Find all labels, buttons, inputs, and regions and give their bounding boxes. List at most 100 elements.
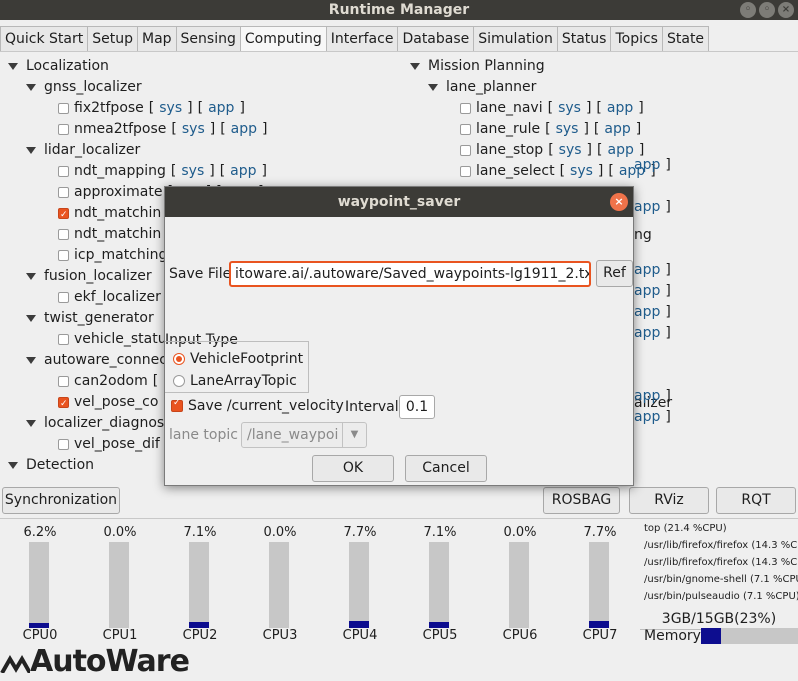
app-link[interactable]: app [607,142,633,158]
app-link-partial[interactable]: app] [634,387,671,405]
app-link[interactable]: app [634,262,660,278]
tab-computing[interactable]: Computing [239,26,327,51]
app-link[interactable]: app [230,163,256,179]
sys-link[interactable]: sys [570,163,593,179]
app-link[interactable]: app [634,409,660,425]
checkbox-icon[interactable] [460,144,471,156]
ref-button[interactable]: Ref [596,260,633,287]
save-velocity-checkbox[interactable]: Save /current_velocity [171,398,344,414]
app-link[interactable]: app [634,199,660,215]
tree-group[interactable]: localizer_diagnos [26,414,164,432]
app-link[interactable]: app [634,304,660,320]
minimize-icon[interactable]: ◦ [740,2,756,18]
rqt-button[interactable]: RQT [716,487,796,514]
tree-item[interactable]: lane_navi[sys][app] [460,99,644,117]
checkbox-icon[interactable] [58,291,69,303]
checkbox-icon[interactable] [58,249,69,261]
tree-item[interactable]: lane_rule[sys][app] [460,120,641,138]
tree-group[interactable]: fusion_localizer [26,267,152,285]
tree-group[interactable]: twist_generator [26,309,154,327]
interval-input[interactable]: 0.1 [399,395,435,419]
expand-arrow-icon[interactable] [8,62,18,70]
sys-link[interactable]: sys [556,121,579,137]
app-link-partial[interactable]: app] [634,324,671,342]
tab-quick-start[interactable]: Quick Start [0,26,89,51]
radio-lane-array-topic[interactable]: LaneArrayTopic [173,373,297,389]
expand-arrow-icon[interactable] [8,461,18,469]
maximize-icon[interactable]: ◦ [759,2,775,18]
tree-item[interactable]: lane_stop[sys][app] [460,141,644,159]
close-icon[interactable]: × [778,2,794,18]
app-link[interactable]: app [604,121,630,137]
tab-topics[interactable]: Topics [610,26,663,51]
rosbag-button[interactable]: ROSBAG [543,487,620,514]
expand-arrow-icon[interactable] [410,62,420,70]
tree-group[interactable]: gnss_localizer [26,78,142,96]
app-link[interactable]: app [208,100,234,116]
sys-link[interactable]: sys [559,142,582,158]
expand-arrow-icon[interactable] [26,356,36,364]
tree-group[interactable]: lidar_localizer [26,141,140,159]
checkbox-icon[interactable] [58,333,69,345]
sys-link[interactable]: sys [181,163,204,179]
tree-group[interactable]: Localization [8,57,109,75]
save-file-input[interactable]: itoware.ai/.autoware/Saved_waypoints-lg1… [229,261,591,287]
checkbox-icon[interactable] [58,165,69,177]
checkbox-checked-icon[interactable] [58,395,69,413]
tree-group[interactable]: Mission Planning [410,57,545,75]
tree-item[interactable]: nmea2tfpose[sys][app] [58,120,268,138]
checkbox-icon[interactable] [58,102,69,114]
tab-status[interactable]: Status [556,26,612,51]
checkbox-icon[interactable] [460,102,471,114]
synchronization-button[interactable]: Synchronization [2,487,120,514]
tab-interface[interactable]: Interface [325,26,399,51]
tree-group[interactable]: Detection [8,456,94,474]
app-link[interactable]: app [634,325,660,341]
tab-database[interactable]: Database [397,26,475,51]
app-link-partial[interactable]: app] [634,156,671,174]
checkbox-icon[interactable] [460,123,471,135]
expand-arrow-icon[interactable] [26,314,36,322]
app-link-partial[interactable]: app] [634,282,671,300]
ok-button[interactable]: OK [312,455,394,482]
app-link[interactable]: app [231,121,257,137]
checkbox-icon[interactable] [58,186,69,198]
tree-group[interactable]: autoware_connec [26,351,167,369]
tree-item[interactable]: lane_select[sys][app] [460,162,656,180]
app-link[interactable]: app [607,100,633,116]
expand-arrow-icon[interactable] [428,83,438,91]
tab-map[interactable]: Map [137,26,177,51]
sys-link[interactable]: sys [558,100,581,116]
expand-arrow-icon[interactable] [26,419,36,427]
rviz-button[interactable]: RViz [629,487,709,514]
checkbox-icon[interactable] [58,123,69,135]
radio-vehicle-footprint[interactable]: VehicleFootprint [173,351,303,367]
tree-item[interactable]: ndt_mapping[sys][app] [58,162,267,180]
sys-link[interactable]: sys [159,100,182,116]
app-link[interactable]: app [634,388,660,404]
app-link-partial[interactable]: app] [634,198,671,216]
expand-arrow-icon[interactable] [26,83,36,91]
app-link-partial[interactable]: app] [634,261,671,279]
sys-link[interactable]: sys [182,121,205,137]
app-link-partial[interactable]: app] [634,408,671,426]
tab-setup[interactable]: Setup [87,26,138,51]
tab-sensing[interactable]: Sensing [175,26,241,51]
dialog-close-icon[interactable]: × [610,193,628,211]
app-link-partial[interactable]: app] [634,303,671,321]
tab-state[interactable]: State [661,26,710,51]
checkbox-icon[interactable] [58,375,69,387]
app-link[interactable]: app [634,157,660,173]
checkbox-icon[interactable] [460,165,471,177]
tree-group[interactable]: lane_planner [428,78,536,96]
expand-arrow-icon[interactable] [26,146,36,154]
app-link[interactable]: app [634,283,660,299]
cancel-button[interactable]: Cancel [405,455,487,482]
tab-simulation[interactable]: Simulation [473,26,558,51]
checkbox-icon[interactable] [58,438,69,450]
checkbox-checked-icon[interactable] [58,206,69,224]
checkbox-checked-icon [171,398,183,412]
checkbox-icon[interactable] [58,228,69,240]
expand-arrow-icon[interactable] [26,272,36,280]
tree-item[interactable]: fix2tfpose[sys][app] [58,99,245,117]
